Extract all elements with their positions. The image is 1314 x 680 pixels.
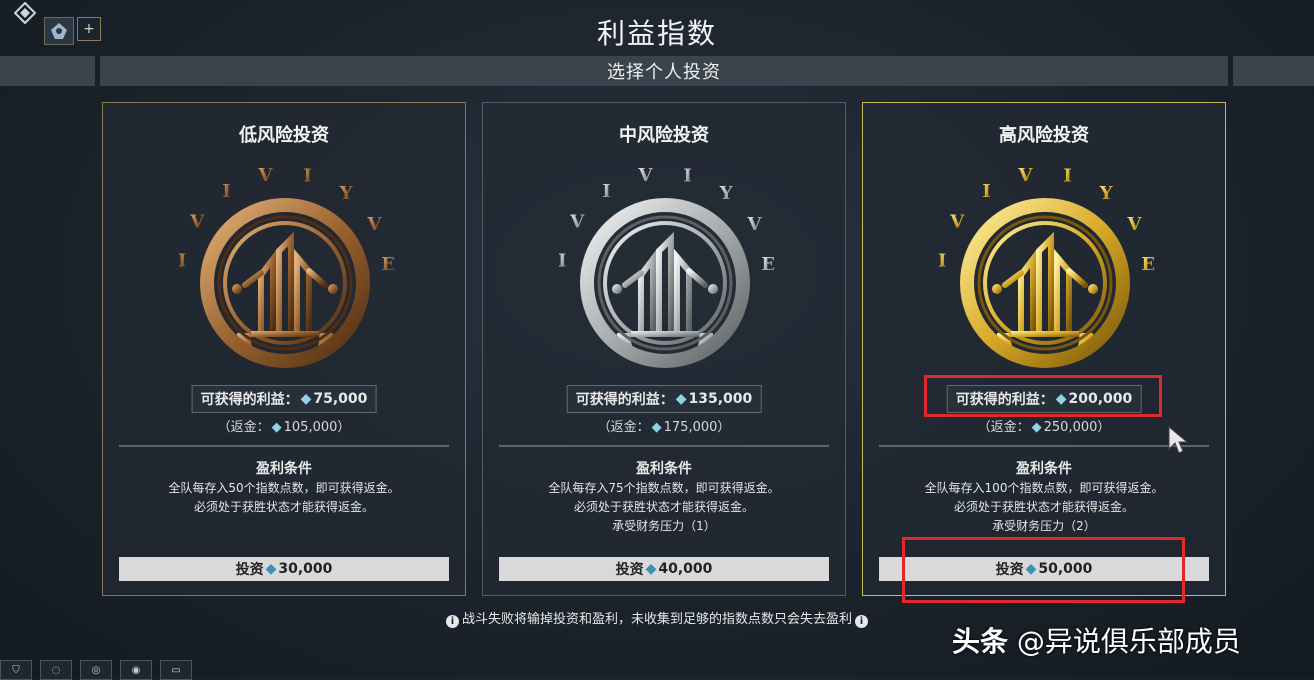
condition-line: 必须处于获胜状态才能获得返金。 (193, 500, 374, 514)
svg-text:V: V (638, 165, 654, 186)
rebate-label: （返金： (597, 420, 650, 435)
condition-line: 承受财务压力（1） (612, 519, 716, 533)
rebate-label: （返金： (217, 420, 270, 435)
card-title: 中风险投资 (619, 125, 709, 146)
gold-medal-icon: IVIV IYVE (938, 165, 1155, 368)
condition-lines: 全队每存入75个指数点数，即可获得返金。 必须处于获胜状态才能获得返金。 承受财… (483, 479, 845, 536)
card-title: 低风险投资 (239, 125, 329, 146)
svg-text:V: V (189, 211, 205, 232)
watermark-handle: @异说俱乐部成员 (1016, 625, 1241, 658)
svg-text:I: I (602, 181, 610, 202)
svg-text:I: I (558, 251, 566, 272)
profit-box: 可获得的利益： ◆ 135,000 (566, 385, 762, 413)
svg-text:V: V (1018, 165, 1034, 186)
rebate-value: 250,000） (1043, 420, 1111, 435)
svg-text:Y: Y (1099, 183, 1114, 204)
condition-line: 全队每存入100个指数点数，即可获得返金。 (924, 481, 1164, 495)
bronze-medal-icon: IVIV IYVE (178, 165, 395, 368)
watermark: 头条 @异说俱乐部成员 (952, 620, 1241, 660)
watermark-brand: 头条 (952, 625, 1009, 658)
target-icon[interactable]: ◎ (80, 660, 112, 680)
svg-text:V: V (569, 211, 585, 232)
profit-box: 可获得的利益： ◆ 75,000 (191, 385, 377, 413)
bottom-toolbar: ⛉ ◌ ◎ ◉ ▭ (0, 660, 192, 680)
condition-title: 盈利条件 (1016, 461, 1072, 477)
shield-icon[interactable]: ⛉ (0, 660, 32, 680)
condition-title: 盈利条件 (636, 461, 692, 477)
silver-medal-icon: IVIV IYVE (558, 165, 775, 368)
profit-value: 135,000 (688, 391, 753, 407)
condition-title: 盈利条件 (256, 461, 312, 477)
platinum-icon: ◆ (271, 420, 282, 435)
svg-text:I: I (1063, 166, 1071, 187)
invest-value: 40,000 (658, 561, 713, 577)
condition-lines: 全队每存入50个指数点数，即可获得返金。 必须处于获胜状态才能获得返金。 (103, 479, 465, 517)
divider (119, 445, 449, 447)
svg-text:V: V (747, 214, 763, 235)
svg-text:E: E (1141, 254, 1155, 275)
profit-highlight-box (924, 375, 1162, 417)
condition-line: 全队每存入75个指数点数，即可获得返金。 (548, 481, 780, 495)
profit-label: 可获得的利益： (200, 392, 299, 408)
info-icon: i (445, 615, 459, 628)
svg-text:I: I (303, 166, 311, 187)
invest-button-low[interactable]: 投资 ◆ 30,000 (119, 557, 449, 581)
platinum-icon: ◆ (675, 391, 687, 407)
invest-button-medium[interactable]: 投资 ◆ 40,000 (499, 557, 829, 581)
rebate-text: （返金： ◆ 175,000） (483, 416, 845, 435)
footer-note-text: 战斗失败将输掉投资和盈利，未收集到足够的指数点数只会失去盈利 (461, 612, 852, 627)
divider (499, 445, 829, 447)
svg-text:V: V (367, 214, 383, 235)
platinum-icon: ◆ (1031, 420, 1042, 435)
emblem-icon[interactable]: ◌ (40, 660, 72, 680)
svg-text:V: V (949, 211, 965, 232)
svg-text:I: I (222, 181, 230, 202)
svg-text:I: I (683, 166, 691, 187)
svg-text:I: I (982, 181, 990, 202)
rebate-value: 175,000） (663, 420, 731, 435)
svg-text:I: I (178, 251, 186, 272)
condition-line: 承受财务压力（2） (992, 519, 1096, 533)
platinum-icon: ◆ (300, 391, 312, 407)
card-title: 高风险投资 (999, 125, 1089, 146)
platinum-icon: ◆ (265, 561, 277, 577)
svg-text:E: E (761, 254, 775, 275)
platinum-icon: ◆ (645, 561, 657, 577)
rebate-value: 105,000） (283, 420, 351, 435)
invest-highlight-box (902, 537, 1185, 603)
profit-label: 可获得的利益： (575, 392, 674, 408)
rebate-text: （返金： ◆ 105,000） (103, 416, 465, 435)
mouse-cursor-icon (1168, 425, 1189, 454)
invest-value: 30,000 (278, 561, 333, 577)
divider (879, 445, 1209, 447)
condition-line: 必须处于获胜状态才能获得返金。 (953, 500, 1134, 514)
condition-line: 全队每存入50个指数点数，即可获得返金。 (168, 481, 400, 495)
condition-lines: 全队每存入100个指数点数，即可获得返金。 必须处于获胜状态才能获得返金。 承受… (863, 479, 1225, 536)
svg-text:I: I (938, 251, 946, 272)
header-bar-left (0, 56, 95, 86)
low-risk-card[interactable]: 低风险投资 IVIVIYVE 可获得的利益： ◆ 75,000 （返金： ◆ 105… (102, 102, 466, 596)
page-title: 利益指数 (596, 17, 717, 50)
svg-text:Y: Y (339, 183, 354, 204)
medium-risk-card[interactable]: 中风险投资 IVIVIYVE 可获得的利益： ◆ 135,000 （返金： ◆ 17… (482, 102, 846, 596)
svg-text:Y: Y (719, 183, 734, 204)
high-risk-card[interactable]: 高风险投资 IVIVIYVE 可获得的利益： ◆ 200,000 （返金： ◆ 25… (862, 102, 1226, 596)
badge-icon[interactable]: ◉ (120, 660, 152, 680)
svg-text:V: V (1127, 214, 1143, 235)
svg-text:V: V (258, 165, 274, 186)
header-bar-right (1233, 56, 1314, 86)
window-icon[interactable]: ▭ (160, 660, 192, 680)
invest-label: 投资 (615, 562, 644, 578)
page-subtitle: 选择个人投资 (607, 62, 721, 83)
svg-text:E: E (381, 254, 395, 275)
info-icon[interactable]: i (855, 615, 868, 628)
invest-label: 投资 (235, 562, 264, 578)
platinum-icon: ◆ (651, 420, 662, 435)
condition-line: 必须处于获胜状态才能获得返金。 (573, 500, 754, 514)
profit-value: 75,000 (313, 391, 368, 407)
subtitle-bar: 选择个人投资 (100, 56, 1228, 86)
rebate-label: （返金： (977, 420, 1030, 435)
